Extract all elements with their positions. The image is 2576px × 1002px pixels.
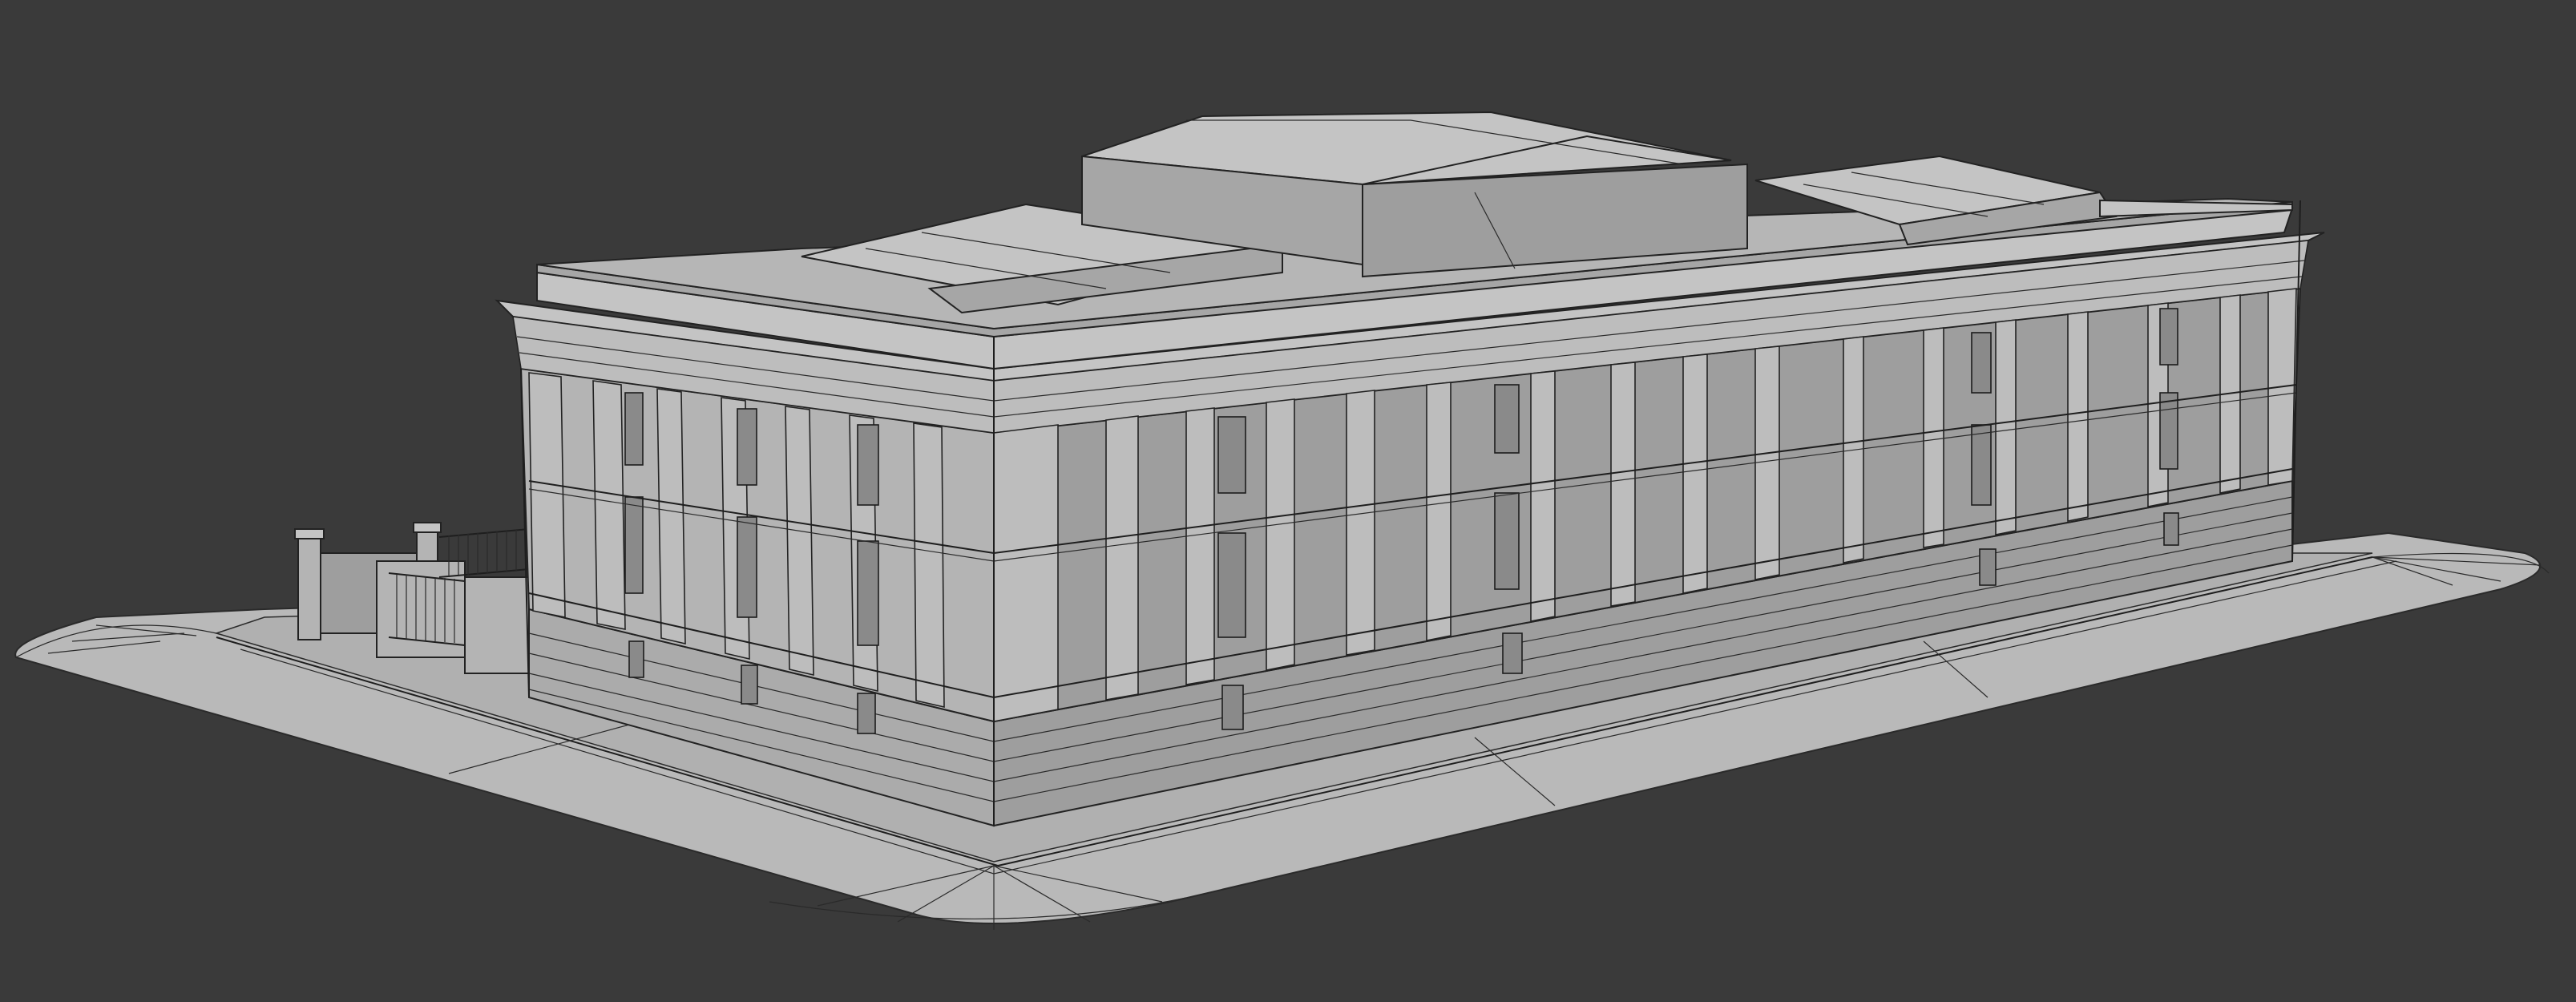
3d-viewport[interactable] [0, 0, 2576, 1002]
building-model-render [14, 111, 2550, 930]
